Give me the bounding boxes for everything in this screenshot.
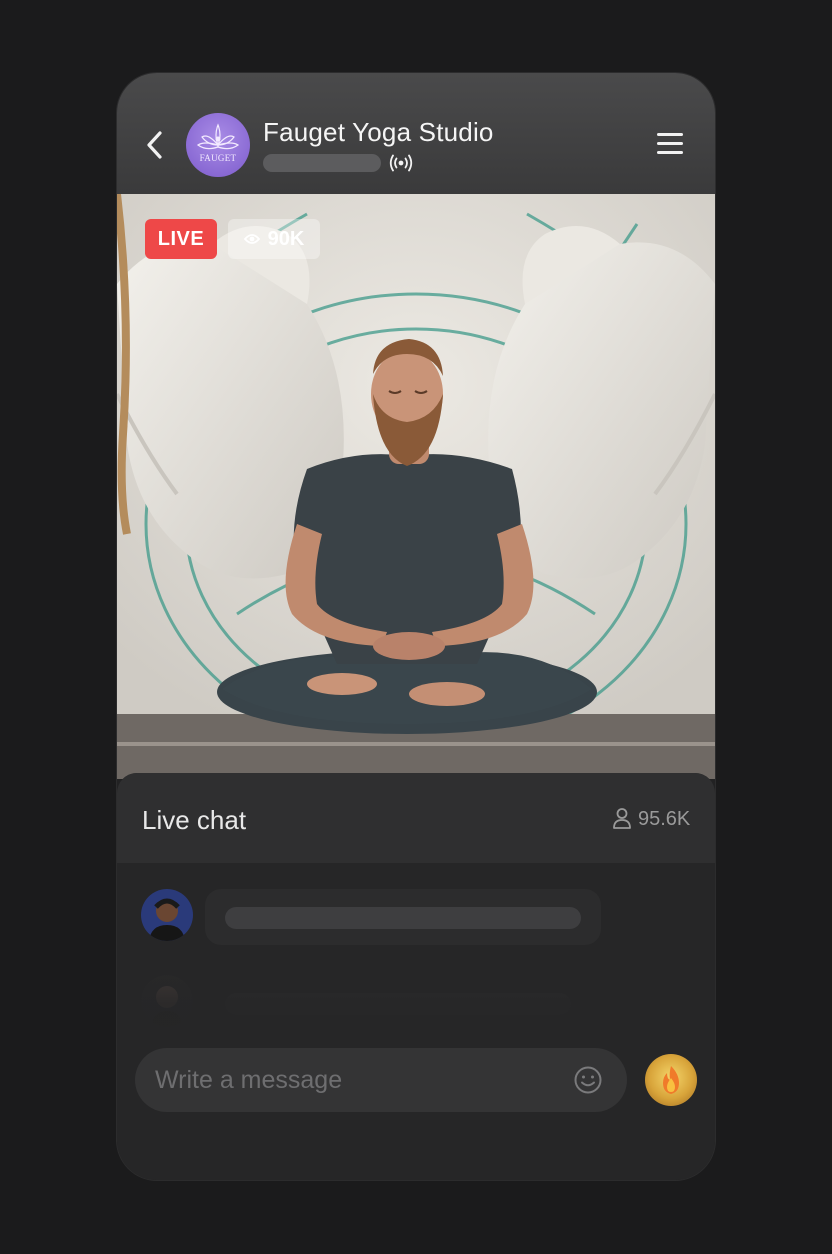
- chat-message: [141, 889, 601, 945]
- yoga-scene-illustration: [117, 194, 715, 779]
- user-icon: [613, 808, 631, 829]
- stream-header: FAUGET Fauget Yoga Studio: [117, 73, 715, 194]
- video-player[interactable]: LIVE 90K: [117, 194, 715, 779]
- smiley-icon[interactable]: [573, 1065, 603, 1095]
- lotus-logo-icon: [196, 123, 240, 150]
- subtitle-placeholder: [263, 154, 381, 172]
- live-stream-screen: LIVE 90K FAUGET Fauget Yoga Studio Live …: [117, 73, 715, 1180]
- avatar[interactable]: [141, 889, 193, 941]
- menu-button[interactable]: [657, 133, 685, 159]
- hamburger-menu-icon: [657, 133, 685, 154]
- message-bubble: [205, 889, 601, 945]
- logo-text: FAUGET: [199, 153, 237, 163]
- fire-icon: [663, 1066, 679, 1094]
- chat-title: Live chat: [142, 805, 247, 835]
- user-avatar-image: [141, 889, 193, 941]
- viewer-count-badge: 90K: [228, 219, 320, 259]
- message-input-box: [135, 1048, 627, 1112]
- back-button[interactable]: [141, 127, 169, 163]
- message-placeholder: [225, 907, 581, 929]
- studio-avatar[interactable]: FAUGET: [186, 113, 250, 177]
- fire-reaction-button[interactable]: [645, 1054, 697, 1106]
- chat-header: Live chat 95.6K: [117, 773, 715, 863]
- message-input[interactable]: [155, 1048, 555, 1112]
- chat-fade-overlay: [117, 943, 715, 1053]
- eye-icon: [243, 234, 260, 244]
- live-badge: LIVE: [145, 219, 217, 259]
- broadcast-icon: [389, 154, 413, 172]
- chat-participant-count: 95.6K: [638, 808, 691, 830]
- chevron-left-icon: [147, 131, 162, 159]
- studio-name: Fauget Yoga Studio: [263, 117, 494, 147]
- viewer-count: 90K: [267, 227, 305, 250]
